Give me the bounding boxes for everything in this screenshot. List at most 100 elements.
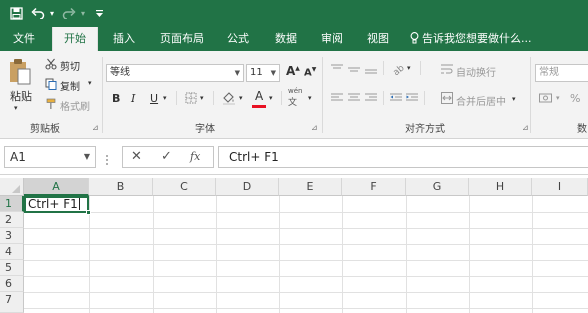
bold-button[interactable]: B bbox=[112, 92, 120, 105]
excel-window: ▾ ▾ 文件 开始 插入 页面布局 公式 数据 审阅 视图 告诉我您想要做什么.… bbox=[0, 0, 588, 313]
clipboard-launcher-icon[interactable]: ⊿ bbox=[92, 123, 99, 132]
fill-color-dropdown-icon[interactable]: ▾ bbox=[239, 94, 243, 102]
number-format-select[interactable]: 常规 bbox=[535, 64, 588, 82]
row-header-7[interactable]: 7 bbox=[0, 292, 24, 313]
decrease-font-size-button[interactable]: A▼ bbox=[304, 66, 316, 78]
tab-page-layout[interactable]: 页面布局 bbox=[152, 27, 212, 51]
copy-icon[interactable] bbox=[44, 77, 58, 91]
column-header-e[interactable]: E bbox=[279, 178, 342, 196]
wrap-text-icon[interactable] bbox=[440, 62, 454, 76]
italic-button[interactable]: I bbox=[131, 92, 135, 105]
align-right-icon[interactable] bbox=[364, 91, 378, 105]
column-header-h[interactable]: H bbox=[469, 178, 532, 196]
align-center-icon[interactable] bbox=[347, 91, 361, 105]
font-color-button[interactable]: A bbox=[255, 89, 263, 103]
alignment-group-label: 对齐方式 bbox=[405, 124, 445, 135]
underline-button[interactable]: U bbox=[150, 92, 158, 105]
redo-dropdown-icon[interactable]: ▾ bbox=[78, 4, 88, 22]
copy-label[interactable]: 复制 bbox=[60, 78, 80, 93]
copy-dropdown-icon[interactable]: ▾ bbox=[88, 79, 92, 87]
fill-color-icon[interactable] bbox=[221, 90, 237, 106]
phonetic-guide-button[interactable]: wén 文 bbox=[288, 87, 302, 108]
paste-icon[interactable] bbox=[6, 57, 34, 87]
tab-view[interactable]: 视图 bbox=[358, 27, 398, 51]
align-bottom-icon[interactable] bbox=[364, 62, 378, 76]
increase-indent-icon[interactable] bbox=[405, 91, 419, 105]
tab-home[interactable]: 开始 bbox=[52, 27, 98, 51]
decrease-indent-icon[interactable] bbox=[389, 91, 403, 105]
select-all-button[interactable] bbox=[0, 178, 24, 196]
decrease-font-glyph: A bbox=[304, 67, 312, 79]
wrap-text-label[interactable]: 自动换行 bbox=[456, 64, 496, 79]
alignment-launcher-icon[interactable]: ⊿ bbox=[522, 123, 529, 132]
undo-dropdown-icon[interactable]: ▾ bbox=[47, 4, 57, 22]
font-color-glyph: A bbox=[255, 89, 264, 103]
paste-label[interactable]: 粘贴 bbox=[10, 88, 32, 104]
row-header-6[interactable]: 6 bbox=[0, 276, 24, 292]
column-header-c[interactable]: C bbox=[153, 178, 216, 196]
tab-data[interactable]: 数据 bbox=[266, 27, 306, 51]
row-header-1[interactable]: 1 bbox=[0, 196, 24, 212]
tell-me-box[interactable]: 告诉我您想要做什么... bbox=[410, 27, 532, 51]
column-header-f[interactable]: F bbox=[342, 178, 406, 196]
enter-button[interactable]: ✓ bbox=[161, 149, 172, 164]
fill-handle[interactable] bbox=[86, 210, 91, 215]
redo-icon[interactable] bbox=[61, 4, 77, 22]
column-header-d[interactable]: D bbox=[216, 178, 279, 196]
font-launcher-icon[interactable]: ⊿ bbox=[311, 123, 318, 132]
tab-review[interactable]: 审阅 bbox=[312, 27, 352, 51]
column-header-b[interactable]: B bbox=[89, 178, 153, 196]
tab-insert[interactable]: 插入 bbox=[104, 27, 144, 51]
align-top-icon[interactable] bbox=[330, 62, 344, 76]
row-header-4[interactable]: 4 bbox=[0, 244, 24, 260]
currency-dropdown-icon[interactable]: ▾ bbox=[556, 94, 560, 102]
cancel-entry-button[interactable]: ✕ bbox=[131, 149, 142, 164]
save-icon[interactable] bbox=[8, 4, 24, 22]
font-name-select[interactable]: 等线 ▼ bbox=[106, 64, 244, 82]
font-color-dropdown-icon[interactable]: ▾ bbox=[269, 94, 273, 102]
name-box[interactable]: A1 ▼ bbox=[4, 146, 96, 168]
formula-input[interactable]: Ctrl+ F1 bbox=[218, 146, 588, 168]
currency-icon[interactable] bbox=[538, 91, 554, 105]
ribbon-divider bbox=[383, 91, 384, 105]
format-painter-icon[interactable] bbox=[44, 97, 58, 111]
gridline bbox=[279, 196, 280, 313]
number-format-value: 常规 bbox=[539, 67, 559, 78]
paste-dropdown-icon[interactable]: ▾ bbox=[14, 104, 18, 112]
active-cell-a1[interactable]: Ctrl+ F1 bbox=[24, 196, 89, 213]
merge-dropdown-icon[interactable]: ▾ bbox=[512, 95, 516, 103]
align-middle-icon[interactable] bbox=[347, 62, 361, 76]
text-cursor bbox=[78, 198, 80, 210]
column-header-a[interactable]: A bbox=[24, 178, 89, 196]
increase-font-size-button[interactable]: A▲ bbox=[286, 64, 300, 78]
undo-icon[interactable] bbox=[30, 4, 46, 22]
merge-center-icon[interactable] bbox=[440, 91, 454, 105]
underline-dropdown-icon[interactable]: ▾ bbox=[163, 94, 167, 102]
merge-center-label[interactable]: 合并后居中 bbox=[456, 93, 506, 108]
phonetic-dropdown-icon[interactable]: ▾ bbox=[308, 94, 312, 102]
ribbon-divider bbox=[420, 61, 421, 75]
insert-function-button[interactable]: fx bbox=[190, 150, 200, 163]
column-header-i[interactable]: I bbox=[532, 178, 588, 196]
orientation-icon[interactable]: ab bbox=[390, 61, 406, 77]
row-header-3[interactable]: 3 bbox=[0, 228, 24, 244]
customize-qat-icon[interactable] bbox=[92, 4, 106, 22]
orientation-dropdown-icon[interactable]: ▾ bbox=[407, 64, 411, 72]
row-header-2[interactable]: 2 bbox=[0, 212, 24, 228]
tab-formulas[interactable]: 公式 bbox=[218, 27, 258, 51]
column-header-g[interactable]: G bbox=[406, 178, 469, 196]
cut-icon[interactable] bbox=[44, 57, 58, 71]
percent-button[interactable]: % bbox=[570, 92, 580, 105]
tab-file[interactable]: 文件 bbox=[2, 27, 46, 51]
border-dropdown-icon[interactable]: ▾ bbox=[200, 94, 204, 102]
row-header-5[interactable]: 5 bbox=[0, 260, 24, 276]
cut-label[interactable]: 剪切 bbox=[60, 58, 80, 73]
formula-bar-grip-icon[interactable] bbox=[106, 151, 108, 165]
format-painter-label[interactable]: 格式刷 bbox=[60, 98, 90, 113]
chevron-down-icon: ▼ bbox=[83, 152, 90, 161]
ribbon-divider bbox=[383, 61, 384, 75]
ribbon-divider bbox=[176, 91, 177, 105]
align-left-icon[interactable] bbox=[330, 91, 344, 105]
font-size-select[interactable]: 11 ▼ bbox=[246, 64, 280, 82]
border-icon[interactable] bbox=[184, 91, 198, 105]
